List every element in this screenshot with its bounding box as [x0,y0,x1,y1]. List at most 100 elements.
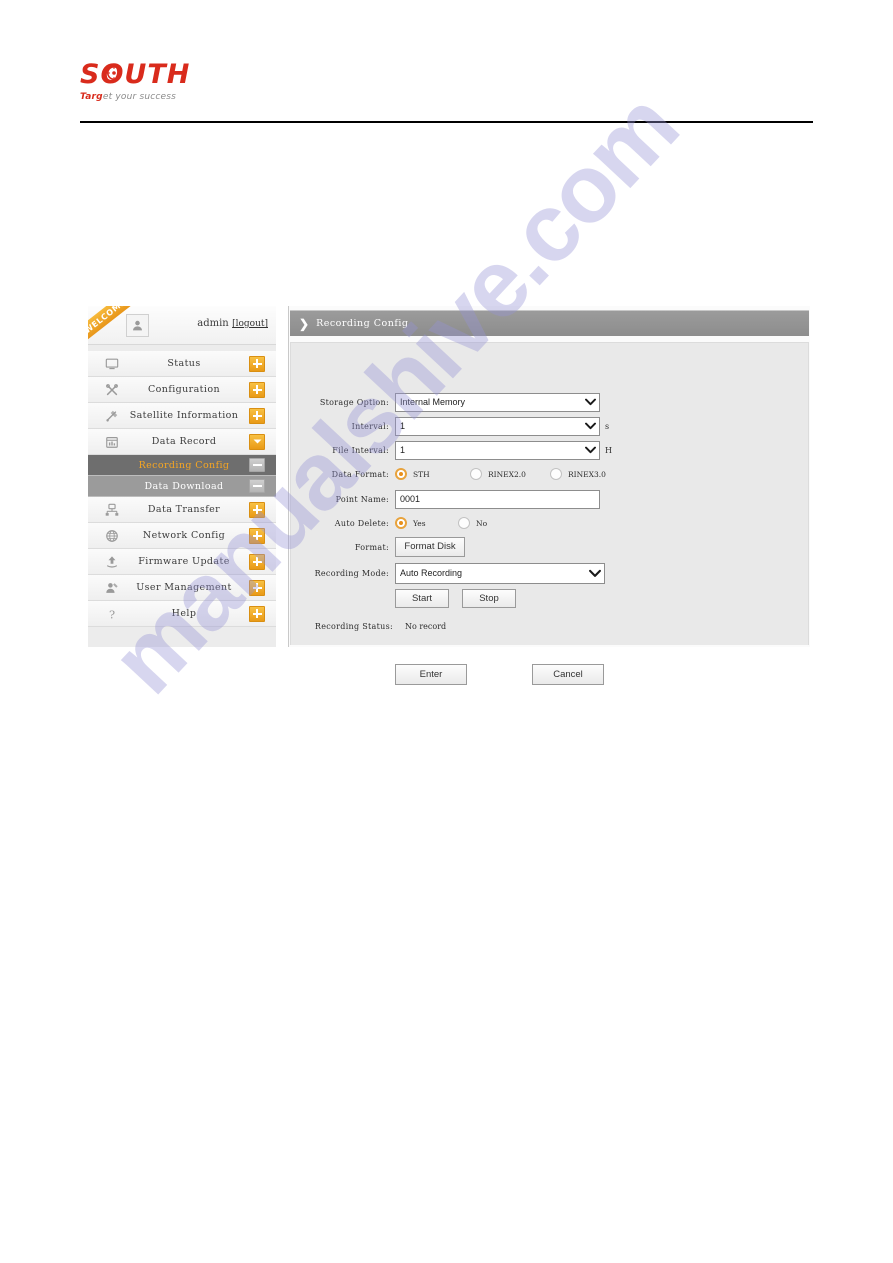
south-logo: SOUTH Target your success [80,59,813,103]
point-name-input[interactable]: 0001 [395,489,600,509]
data-format-label: Data Format: [331,469,389,479]
calendar-chart-icon [104,434,120,450]
expand-plus-icon[interactable] [249,579,265,596]
logo-tagline-accent: Targ [80,92,103,102]
sidebar-item-network-config[interactable]: Network Config [88,523,276,549]
point-name-row: Point Name: 0001 [291,488,808,510]
sidebar-item-satellite-information[interactable]: Satellite Information [88,403,276,429]
sidebar-nav: Status Configuration Satellite Informati… [88,351,276,627]
question-mark-icon: ? [104,606,120,622]
recording-config-form: Storage Option: Internal Memory Interval… [290,342,809,685]
recording-status-row: Recording Status: No record [291,615,808,637]
chevron-right-icon: ❯ [299,316,310,331]
collapse-minus-icon[interactable] [249,479,265,493]
point-name-label: Point Name: [335,494,389,504]
start-button[interactable]: Start [395,588,449,608]
radio-selected-icon [395,468,407,480]
sidebar-item-recording-config[interactable]: Recording Config [88,455,276,476]
recording-status-value: No record [405,621,447,631]
file-interval-label: File Interval: [332,445,389,455]
sidebar-item-firmware-update[interactable]: Firmware Update [88,549,276,575]
svg-text:?: ? [109,607,115,621]
file-interval-value: 1 [400,444,406,455]
file-interval-row: File Interval: 1 H [291,439,808,461]
data-format-option-rinex2[interactable]: RINEX2.0 [470,468,550,480]
sidebar-item-user-management[interactable]: User Management [88,575,276,601]
recording-mode-row: Recording Mode: Auto Recording [291,562,808,584]
radio-unselected-icon [458,517,470,529]
sidebar: WELCOME admin [logout] Status Configurat… [88,306,277,647]
sidebar-item-configuration[interactable]: Configuration [88,377,276,403]
logo-tagline-rest: et your success [102,92,177,102]
data-format-option-label: RINEX3.0 [568,469,606,479]
chevron-down-icon[interactable] [582,442,599,459]
data-format-row: Data Format: STH RINEX2.0 RINEX3.0 [291,463,808,485]
recording-mode-select[interactable]: Auto Recording [395,562,605,584]
record-controls-row: Start Stop [291,587,808,609]
collapse-minus-icon[interactable] [249,458,265,472]
chevron-down-icon[interactable] [585,564,604,583]
user-icon [133,320,142,331]
avatar [126,314,149,337]
sidebar-subitem-label: Recording Config [138,459,230,471]
sidebar-item-data-download[interactable]: Data Download [88,476,276,497]
panel-header: ❯ Recording Config [290,310,809,336]
expand-plus-icon[interactable] [249,381,265,398]
chevron-down-icon[interactable] [582,418,599,435]
interval-value: 1 [400,420,406,431]
form-actions-row: Enter Cancel [291,663,808,685]
file-interval-unit: H [605,445,612,455]
user-key-icon [104,580,120,596]
radio-selected-icon [395,517,407,529]
globe-icon [104,528,120,544]
auto-delete-option-no[interactable]: No [458,517,487,529]
content-panel: ❯ Recording Config Storage Option: Inter… [288,306,810,685]
monitor-icon [104,356,120,372]
auto-delete-option-label: No [476,518,488,528]
logout-link[interactable]: [logout] [232,319,268,329]
sidebar-subitem-label: Data Download [144,480,224,492]
sidebar-item-data-record[interactable]: Data Record [88,429,276,455]
data-format-option-sth[interactable]: STH [395,468,470,480]
collapse-caret-icon[interactable] [249,433,265,450]
page-title: Recording Config [316,318,409,329]
expand-plus-icon[interactable] [249,501,265,518]
file-interval-select[interactable]: 1 [395,440,600,460]
expand-plus-icon[interactable] [249,605,265,622]
auto-delete-option-yes[interactable]: Yes [395,517,458,529]
expand-plus-icon[interactable] [249,553,265,570]
format-disk-button[interactable]: Format Disk [395,537,465,557]
satellite-icon [104,408,120,424]
logo-wordmark: SOUTH [80,59,191,90]
storage-option-select[interactable]: Internal Memory [395,392,600,412]
page-header: SOUTH Target your success [80,60,813,122]
data-format-option-rinex3[interactable]: RINEX3.0 [550,468,606,480]
storage-option-row: Storage Option: Internal Memory [291,391,808,413]
sidebar-item-data-transfer[interactable]: Data Transfer [88,497,276,523]
stop-button[interactable]: Stop [462,588,516,608]
enter-button[interactable]: Enter [395,663,467,685]
logo-tagline: Target your success [80,92,813,102]
expand-plus-icon[interactable] [249,527,265,544]
expand-plus-icon[interactable] [249,355,265,372]
chevron-down-icon[interactable] [582,394,599,411]
header-divider [80,121,813,123]
interval-row: Interval: 1 s [291,415,808,437]
recording-status-label: Recording Status: [314,621,393,631]
interval-select[interactable]: 1 [395,416,600,436]
user-bar: WELCOME admin [logout] [88,306,276,345]
storage-option-label: Storage Option: [319,397,389,407]
sidebar-item-status[interactable]: Status [88,351,276,377]
target-crosshair-icon [106,65,122,81]
sidebar-item-help[interactable]: ? Help [88,601,276,627]
cancel-button[interactable]: Cancel [532,663,604,685]
recording-mode-value: Auto Recording [400,567,463,578]
auto-delete-option-label: Yes [413,518,426,528]
expand-plus-icon[interactable] [249,407,265,424]
auto-delete-label: Auto Delete: [334,518,389,528]
data-format-option-label: STH [413,469,430,479]
upload-icon [104,554,120,570]
data-format-option-label: RINEX2.0 [488,469,526,479]
network-node-icon [104,502,120,518]
auto-delete-row: Auto Delete: Yes No [291,512,808,534]
